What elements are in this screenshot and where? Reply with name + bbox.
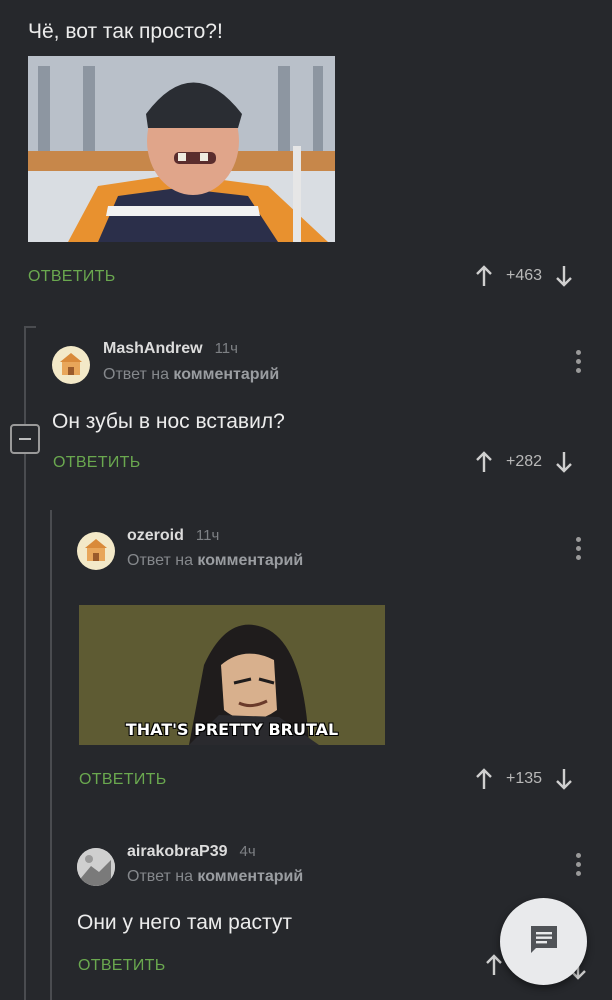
arrow-down-icon[interactable] [554,450,574,474]
reply-target-link[interactable]: комментарий [197,868,303,885]
timestamp: 4ч [239,843,256,860]
reply-prefix: Ответ на [103,366,169,383]
avatar[interactable] [52,346,90,384]
vote-controls: +463 [474,264,574,288]
timestamp: 11ч [195,527,220,544]
reply-button[interactable]: ОТВЕТИТЬ [53,454,141,472]
vote-controls [484,953,504,977]
avatar[interactable] [77,532,115,570]
timestamp: 11ч [214,340,238,357]
comment-text: Чё, вот так просто?! [28,20,223,43]
message-icon [527,922,561,961]
avatar[interactable] [77,848,115,886]
reply-target-link[interactable]: комментарий [197,552,303,569]
hockey-player-image[interactable] [28,56,335,242]
message-fab-button[interactable] [500,898,587,985]
score: +282 [506,453,543,470]
more-vertical-icon[interactable] [575,350,581,373]
vote-controls: +135 [474,767,574,791]
vote-controls: +282 [474,450,574,474]
more-vertical-icon[interactable] [575,537,581,560]
arrow-up-icon[interactable] [474,264,494,288]
reply-target-link[interactable]: комментарий [173,366,279,383]
thread-branch [24,326,36,328]
reply-reference: Ответ на комментарий [103,366,279,384]
arrow-down-icon[interactable] [554,767,574,791]
arrow-up-icon[interactable] [474,450,494,474]
reply-button[interactable]: ОТВЕТИТЬ [78,957,166,975]
minus-icon[interactable] [10,424,40,454]
comment-text: Они у него там растут [77,911,292,934]
reply-prefix: Ответ на [127,868,193,885]
more-vertical-icon[interactable] [575,853,581,876]
arrow-up-icon[interactable] [484,953,504,977]
comment-header: MashAndrew 11ч [103,340,238,358]
score: +135 [506,770,543,787]
thread-line-nested [50,510,52,1000]
arrow-up-icon[interactable] [474,767,494,791]
reply-button[interactable]: ОТВЕТИТЬ [79,771,167,789]
reply-reference: Ответ на комментарий [127,868,303,886]
author-name[interactable]: airakobraP39 [127,843,228,861]
arrow-down-icon[interactable] [554,264,574,288]
reply-button[interactable]: ОТВЕТИТЬ [28,268,116,286]
meme-caption: THAT'S PRETTY BRUTAL [125,720,339,739]
score: +463 [506,267,543,284]
author-name[interactable]: MashAndrew [103,340,203,358]
comment-text: Он зубы в нос вставил? [52,410,285,433]
author-name[interactable]: ozeroid [127,527,184,545]
reply-prefix: Ответ на [127,552,193,569]
comment-header: airakobraP39 4ч [127,843,256,861]
meme-image[interactable]: THAT'S PRETTY BRUTAL [79,605,385,745]
comment-header: ozeroid 11ч [127,527,219,545]
reply-reference: Ответ на комментарий [127,552,303,570]
